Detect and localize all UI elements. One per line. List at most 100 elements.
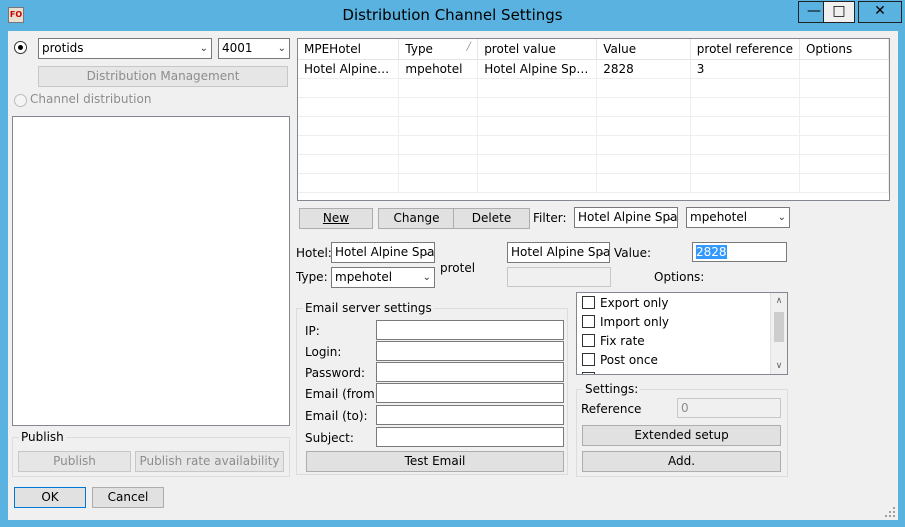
channel-distribution-radio[interactable] — [14, 94, 27, 107]
subject-label: Subject: — [305, 431, 354, 445]
password-input[interactable] — [376, 362, 564, 382]
scroll-up-icon[interactable]: ∧ — [771, 293, 787, 309]
filter-type-value: mpehotel — [690, 210, 748, 224]
channel-distribution-label: Channel distribution — [30, 92, 152, 106]
options-scrollbar[interactable]: ∧ ∨ — [770, 293, 787, 374]
scroll-down-icon[interactable]: ∨ — [771, 358, 787, 374]
filter-type-combo[interactable]: mpehotel ⌄ — [686, 207, 790, 228]
delete-button-label: Delete — [471, 211, 512, 225]
extended-setup-button[interactable]: Extended setup — [582, 425, 781, 446]
option-import-only[interactable]: Import only — [582, 313, 669, 332]
system-radio[interactable] — [14, 41, 27, 54]
option-label: Fix rate — [600, 334, 645, 348]
delete-button[interactable]: Delete — [453, 208, 530, 229]
value-input[interactable]: 2828 — [692, 242, 787, 262]
resize-grip-icon[interactable] — [884, 506, 896, 518]
filter-hotel-combo[interactable]: Hotel Alpine Spa ⌄ — [574, 207, 678, 228]
column-header[interactable]: Type ╱ — [398, 39, 479, 60]
ok-button[interactable]: OK — [14, 487, 86, 508]
settings-group-title: Settings: — [583, 382, 641, 396]
column-header[interactable]: Value — [596, 39, 691, 60]
value-input-text: 2828 — [696, 245, 727, 259]
checkbox-icon[interactable] — [582, 353, 595, 366]
window-title: Distribution Channel Settings — [342, 6, 563, 24]
client-area: protids ⌄ 4001 ⌄ Distribution Management… — [8, 31, 898, 520]
option-label: Export only — [600, 296, 669, 310]
chevron-down-icon: ⌄ — [422, 272, 431, 283]
login-input[interactable] — [376, 341, 564, 361]
column-header[interactable]: Options — [799, 39, 889, 60]
channel-grid[interactable]: MPEHotel Type ╱ protel value Value protel… — [297, 38, 890, 201]
column-header[interactable]: protel value — [477, 39, 598, 60]
publish-rate-availability-button[interactable]: Publish rate availability — [135, 451, 284, 472]
checkbox-icon[interactable] — [582, 372, 595, 374]
table-row — [298, 78, 889, 98]
column-header[interactable]: MPEHotel — [298, 39, 400, 60]
title-bar[interactable]: FO Distribution Channel Settings — □ ✕ — [0, 0, 905, 30]
options-label: Options: — [654, 270, 705, 284]
email-to-label: Email (to): — [305, 409, 368, 423]
table-cell: Hotel Alpine Spa — [298, 59, 400, 79]
table-row[interactable]: Hotel Alpine Spa mpehotel Hotel Alpine S… — [298, 59, 889, 79]
dialog-window: FO Distribution Channel Settings — □ ✕ p… — [0, 0, 905, 527]
email-from-input[interactable] — [376, 383, 564, 403]
grid-header-row: MPEHotel Type ╱ protel value Value protel… — [298, 39, 889, 60]
cancel-button[interactable]: Cancel — [92, 487, 164, 508]
channel-list[interactable] — [12, 116, 290, 426]
add-button[interactable]: Add. — [582, 451, 781, 472]
option-fix-rate[interactable]: Fix rate — [582, 332, 645, 351]
table-cell: 3 — [690, 59, 800, 79]
new-button[interactable]: New — [299, 208, 373, 229]
table-row — [298, 97, 889, 117]
table-row — [298, 116, 889, 136]
table-cell: mpehotel — [398, 59, 479, 79]
protel-combo-value: Hotel Alpine Spa — [511, 245, 610, 259]
option-post-once[interactable]: Post once — [582, 351, 658, 370]
chevron-down-icon: ⌄ — [777, 212, 786, 223]
code-combo-value: 4001 — [222, 41, 253, 55]
hotel-combo[interactable]: Hotel Alpine Spa ⌄ — [331, 242, 435, 263]
reference-input[interactable]: 0 — [677, 398, 781, 418]
option-label: Post once — [600, 353, 658, 367]
code-combo[interactable]: 4001 ⌄ — [218, 38, 290, 59]
chevron-down-icon: ⌄ — [199, 43, 208, 54]
maximize-icon: □ — [832, 3, 846, 19]
options-list[interactable]: Export only Import only Fix rate Post on… — [576, 292, 788, 375]
email-to-input[interactable] — [376, 405, 564, 425]
column-header-label: Type — [405, 41, 433, 56]
maximize-button[interactable]: □ — [823, 1, 855, 23]
password-label: Password: — [305, 366, 366, 380]
distribution-management-button[interactable]: Distribution Management — [38, 66, 288, 87]
publish-button[interactable]: Publish — [18, 451, 131, 472]
option-next[interactable] — [582, 370, 600, 374]
reference-label: Reference — [581, 402, 642, 416]
protel-combo[interactable]: Hotel Alpine Spa ⌄ — [507, 242, 610, 263]
publish-group-title: Publish — [19, 430, 66, 444]
checkbox-icon[interactable] — [582, 315, 595, 328]
option-export-only[interactable]: Export only — [582, 294, 668, 313]
change-button-label: Change — [393, 211, 440, 225]
chevron-down-icon: ⌄ — [665, 212, 674, 223]
scroll-thumb[interactable] — [774, 312, 784, 342]
ip-input[interactable] — [376, 320, 564, 340]
table-cell: 2828 — [596, 59, 691, 79]
checkbox-icon[interactable] — [582, 334, 595, 347]
test-email-button[interactable]: Test Email — [306, 451, 564, 472]
minimize-icon: — — [807, 3, 821, 19]
email-from-label: Email (from): — [305, 387, 384, 401]
email-server-group-title: Email server settings — [303, 301, 434, 315]
type-combo[interactable]: mpehotel ⌄ — [331, 267, 435, 288]
login-label: Login: — [305, 345, 342, 359]
option-label: Import only — [600, 315, 670, 329]
system-combo-value: protids — [42, 41, 84, 55]
close-button[interactable]: ✕ — [858, 1, 902, 23]
column-header[interactable]: protel reference — [690, 39, 800, 60]
type-combo-value: mpehotel — [335, 270, 393, 284]
table-cell — [799, 59, 889, 79]
change-button[interactable]: Change — [378, 208, 455, 229]
close-icon: ✕ — [874, 3, 886, 19]
subject-input[interactable] — [376, 427, 564, 447]
protel-textbox[interactable] — [507, 267, 611, 287]
system-combo[interactable]: protids ⌄ — [38, 38, 212, 59]
checkbox-icon[interactable] — [582, 296, 595, 309]
